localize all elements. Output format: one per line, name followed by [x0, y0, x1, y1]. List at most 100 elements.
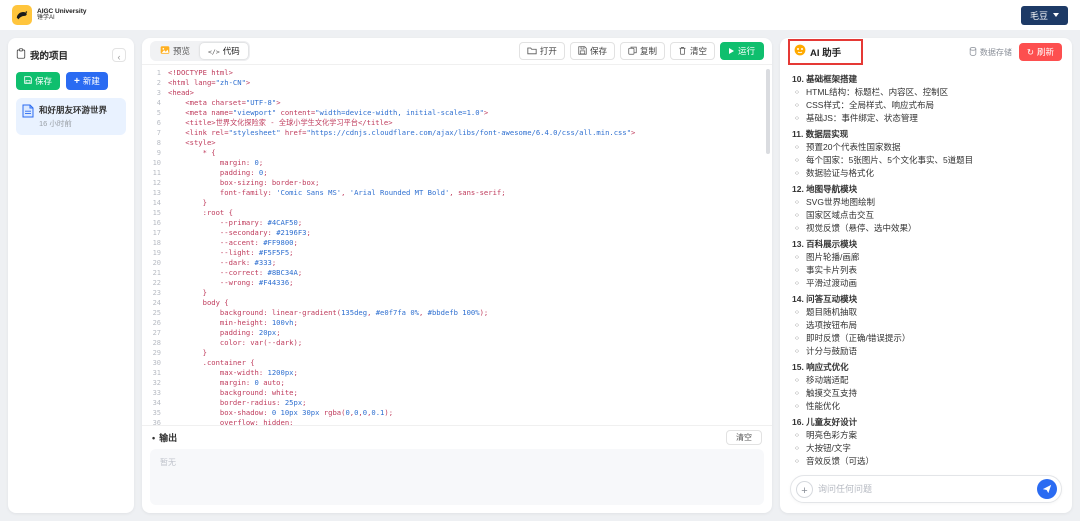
code-text: <html lang="zh-CN">: [168, 78, 250, 88]
floppy-icon: [578, 46, 587, 57]
topbar: AIGC University 锤学AI 毛豆: [0, 0, 1080, 30]
editor-header: 预览 代码 打开: [142, 38, 772, 65]
assistant-section-title: 10. 基础框架搭建: [792, 73, 1060, 86]
code-text: max-width: 1200px;: [168, 368, 298, 378]
code-text: margin: 0;: [168, 158, 263, 168]
tab-preview-label: 预览: [173, 45, 190, 57]
assistant-list-item: 题目随机抽取: [792, 306, 1060, 319]
code-text: border-radius: 25px;: [168, 398, 306, 408]
line-number: 3: [142, 88, 168, 98]
refresh-icon: [1027, 47, 1034, 57]
collapse-sidebar-button[interactable]: [112, 48, 126, 62]
code-line: 18 --accent: #FF9800;: [142, 238, 772, 248]
copy-button[interactable]: 复制: [620, 42, 665, 60]
code-text: .container {: [168, 358, 255, 368]
send-button[interactable]: [1037, 479, 1057, 499]
code-line: 2<html lang="zh-CN">: [142, 78, 772, 88]
line-number: 21: [142, 268, 168, 278]
code-line: 22 --wrong: #F44336;: [142, 278, 772, 288]
line-number: 9: [142, 148, 168, 158]
code-text: <link rel="stylesheet" href="https://cdn…: [168, 128, 635, 138]
chat-bar: [780, 471, 1072, 513]
tab-preview[interactable]: 预览: [152, 43, 198, 59]
code-line: 29 }: [142, 348, 772, 358]
line-number: 35: [142, 408, 168, 418]
code-line: 32 margin: 0 auto;: [142, 378, 772, 388]
assistant-list-item: 性能优化: [792, 400, 1060, 413]
assistant-list-item: 大按钮/文字: [792, 442, 1060, 455]
code-line: 3<head>: [142, 88, 772, 98]
chevron-left-icon: [118, 48, 121, 63]
vertical-scrollbar[interactable]: [766, 69, 770, 154]
line-number: 24: [142, 298, 168, 308]
code-text: padding: 0;: [168, 168, 268, 178]
paper-plane-icon: [1042, 482, 1052, 497]
assistant-section-title: 15. 响应式优化: [792, 361, 1060, 374]
code-line: 11 padding: 0;: [142, 168, 772, 178]
view-tabs: 预览 代码: [150, 41, 250, 61]
assistant-section: 12. 地图导航模块SVG世界地图绘制国家区域点击交互视觉反馈（悬停、选中效果）: [792, 183, 1060, 235]
code-line: 1<!DOCTYPE html>: [142, 68, 772, 78]
code-line: 9 * {: [142, 148, 772, 158]
line-number: 19: [142, 248, 168, 258]
line-number: 2: [142, 78, 168, 88]
refresh-button[interactable]: 刷新: [1019, 43, 1062, 61]
ai-assistant-panel: AI 助手 数据存储 刷新 10. 基础框架搭建HTML结构：标题栏、内容: [780, 38, 1072, 513]
code-line: 12 box-sizing: border-box;: [142, 178, 772, 188]
code-line: 15 :root {: [142, 208, 772, 218]
code-text: background: white;: [168, 388, 298, 398]
assistant-list-item: CSS样式：全局样式、响应式布局: [792, 99, 1060, 112]
ai-assistant-content[interactable]: 10. 基础框架搭建HTML结构：标题栏、内容区、控制区CSS样式：全局样式、响…: [780, 66, 1072, 471]
clear-output-button[interactable]: 清空: [726, 430, 762, 445]
user-menu-button[interactable]: 毛豆: [1021, 6, 1068, 25]
code-line: 13 font-family: 'Comic Sans MS', 'Arial …: [142, 188, 772, 198]
code-text: --primary: #4CAF50;: [168, 218, 302, 228]
chat-input[interactable]: [818, 484, 1032, 494]
code-line: 24 body {: [142, 298, 772, 308]
assistant-list-item: 计分与鼓励语: [792, 345, 1060, 358]
line-number: 4: [142, 98, 168, 108]
clear-button[interactable]: 清空: [670, 42, 715, 60]
line-number: 20: [142, 258, 168, 268]
line-number: 32: [142, 378, 168, 388]
code-text: }: [168, 198, 207, 208]
brand-logo-icon: [12, 5, 32, 25]
assistant-list-item: 基础JS：事件绑定、状态管理: [792, 112, 1060, 125]
caret-down-icon: [1053, 13, 1059, 17]
ai-assistant-title: AI 助手: [810, 45, 841, 59]
code-line: 30 .container {: [142, 358, 772, 368]
toolbar-save-button[interactable]: 保存: [570, 42, 615, 60]
line-number: 30: [142, 358, 168, 368]
code-line: 21 --correct: #8BC34A;: [142, 268, 772, 278]
add-attachment-button[interactable]: [796, 481, 813, 498]
assistant-section: 15. 响应式优化移动端适配触摸交互支持性能优化: [792, 361, 1060, 413]
new-project-button[interactable]: 新建: [66, 72, 108, 90]
data-storage-button[interactable]: 数据存储: [969, 47, 1012, 58]
code-line: 23 }: [142, 288, 772, 298]
annotation-highlight-box: AI 助手: [788, 39, 863, 65]
code-text: <head>: [168, 88, 194, 98]
project-list-item[interactable]: 和好朋友环游世界 16 小时前: [16, 98, 126, 135]
code-editor[interactable]: 1<!DOCTYPE html>2<html lang="zh-CN">3<he…: [142, 65, 772, 425]
save-project-label: 保存: [35, 75, 52, 87]
code-text: :root {: [168, 208, 233, 218]
open-label: 打开: [540, 45, 557, 57]
assistant-list-item: 图片轮播/画廊: [792, 251, 1060, 264]
plus-icon: [801, 482, 807, 497]
run-button[interactable]: 运行: [720, 42, 764, 60]
code-text: background: linear-gradient(135deg, #e0f…: [168, 308, 488, 318]
refresh-label: 刷新: [1037, 46, 1054, 58]
code-line: 17 --secondary: #2196F3;: [142, 228, 772, 238]
assistant-section: 14. 问答互动模块题目随机抽取选项按钮布局即时反馈（正确/错误提示）计分与鼓励…: [792, 293, 1060, 358]
line-number: 11: [142, 168, 168, 178]
save-project-button[interactable]: 保存: [16, 72, 60, 90]
brand-subtitle: 锤学AI: [37, 15, 87, 22]
open-button[interactable]: 打开: [519, 42, 565, 60]
code-text: --accent: #FF9800;: [168, 238, 298, 248]
tab-code[interactable]: 代码: [200, 43, 248, 59]
line-number: 16: [142, 218, 168, 228]
line-number: 13: [142, 188, 168, 198]
code-text: --wrong: #F44336;: [168, 278, 294, 288]
assistant-section: 10. 基础框架搭建HTML结构：标题栏、内容区、控制区CSS样式：全局样式、响…: [792, 73, 1060, 125]
code-text: <meta charset="UTF-8">: [168, 98, 281, 108]
